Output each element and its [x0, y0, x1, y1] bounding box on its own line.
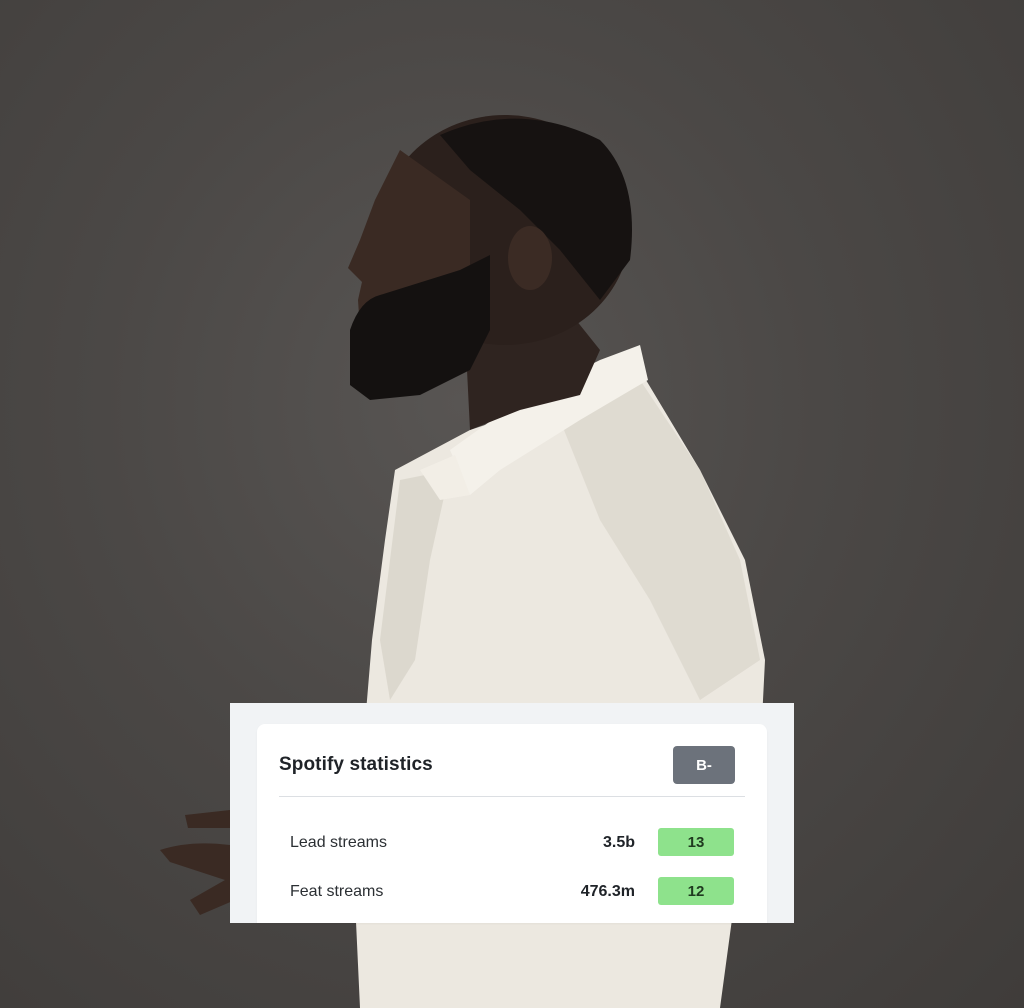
stat-value: 476.3m	[580, 883, 635, 900]
spotify-statistics-card: Spotify statistics B- Lead streams 3.5b …	[257, 724, 767, 923]
stat-row-lead-streams: Lead streams 3.5b 13	[279, 828, 745, 858]
stat-label: Lead streams	[290, 834, 387, 851]
grade-badge: B-	[673, 746, 735, 784]
card-header: Spotify statistics B-	[279, 744, 745, 797]
card-title: Spotify statistics	[279, 754, 433, 775]
rank-badge: 13	[658, 828, 734, 856]
stat-value: 3.5b	[602, 834, 635, 851]
rank-badge: 12	[658, 877, 734, 905]
stat-row-feat-streams: Feat streams 476.3m 12	[279, 877, 745, 907]
spotify-statistics-panel: Spotify statistics B- Lead streams 3.5b …	[230, 703, 794, 923]
stat-label: Feat streams	[290, 883, 384, 900]
